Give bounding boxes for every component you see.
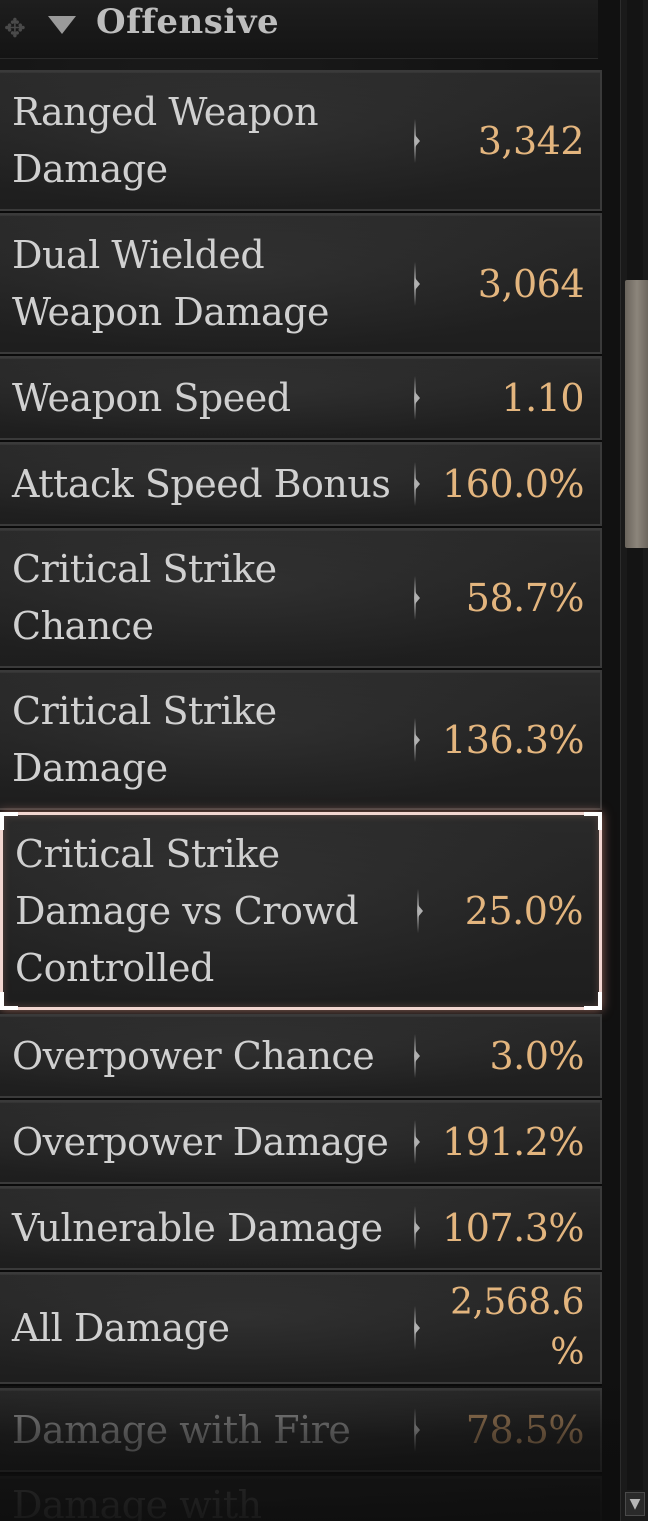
stat-label: Ranged Weapon Damage bbox=[12, 89, 319, 191]
scroll-down-arrow-icon[interactable]: ▼ bbox=[625, 1492, 645, 1516]
scroll-track[interactable] bbox=[627, 0, 643, 1490]
stat-value: 191.2% bbox=[442, 1120, 584, 1164]
stat-value: 1.10 bbox=[501, 376, 584, 420]
scroll-thumb[interactable] bbox=[625, 280, 648, 548]
stat-value: 3.0% bbox=[489, 1034, 584, 1078]
stat-label: Critical Strike Damage bbox=[12, 689, 277, 790]
scrollbar[interactable]: ▼ bbox=[620, 0, 648, 1521]
stat-row-critical-strike-damage-vs-crowd-controlled[interactable]: Critical Strike Damage vs Crowd Controll… bbox=[0, 812, 602, 1010]
stat-label: Attack Speed Bonus bbox=[12, 461, 391, 506]
stat-row-dual-wielded-weapon-damage[interactable]: Dual Wielded Weapon Damage 3,064 bbox=[0, 213, 602, 354]
stat-value: 25.0% bbox=[464, 889, 584, 933]
stat-value: 107.3% bbox=[442, 1206, 584, 1250]
stat-label: Critical Strike Chance bbox=[12, 547, 277, 648]
section-title: Offensive bbox=[96, 2, 280, 42]
stat-value: 2,568.6 % bbox=[450, 1282, 584, 1373]
stat-row-critical-strike-damage[interactable]: Critical Strike Damage 136.3% bbox=[0, 670, 602, 810]
stat-label: Dual Wielded Weapon Damage bbox=[12, 232, 329, 334]
stat-row-overpower-damage[interactable]: Overpower Damage 191.2% bbox=[0, 1100, 602, 1184]
stat-label: Overpower Chance bbox=[12, 1033, 375, 1078]
stat-row-damage-with-fire[interactable]: Damage with Fire 78.5% bbox=[0, 1388, 602, 1472]
stat-value: 3,064 bbox=[477, 261, 585, 306]
stat-value: 160.0% bbox=[442, 462, 584, 506]
stat-label: All Damage bbox=[12, 1305, 230, 1350]
stat-label: Weapon Speed bbox=[12, 375, 291, 420]
section-header-offensive[interactable]: ✥ Offensive bbox=[0, 0, 598, 59]
stat-label: Vulnerable Damage bbox=[12, 1205, 383, 1250]
stat-row-damage-with-partial[interactable]: Damage with bbox=[0, 1476, 602, 1521]
stat-value: 3,342 bbox=[477, 118, 585, 163]
selection-corner bbox=[584, 812, 602, 830]
stats-panel: ✥ Offensive Ranged Weapon Damage 3,342 D… bbox=[0, 0, 648, 1521]
stat-value: 58.7% bbox=[465, 576, 585, 620]
collapse-triangle-icon[interactable] bbox=[48, 16, 76, 34]
stat-row-vulnerable-damage[interactable]: Vulnerable Damage 107.3% bbox=[0, 1186, 602, 1270]
selection-corner bbox=[584, 992, 602, 1010]
stat-row-ranged-weapon-damage[interactable]: Ranged Weapon Damage 3,342 bbox=[0, 70, 602, 211]
stat-row-critical-strike-chance[interactable]: Critical Strike Chance 58.7% bbox=[0, 528, 602, 668]
stat-label: Damage with bbox=[12, 1483, 262, 1521]
stat-value: 78.5% bbox=[465, 1408, 585, 1452]
stat-row-all-damage[interactable]: All Damage 2,568.6 % bbox=[0, 1272, 602, 1384]
stat-value: 136.3% bbox=[442, 718, 584, 762]
stat-label: Damage with Fire bbox=[12, 1407, 351, 1452]
stat-label: Overpower Damage bbox=[12, 1119, 389, 1164]
stat-row-attack-speed-bonus[interactable]: Attack Speed Bonus 160.0% bbox=[0, 442, 602, 526]
ornament-icon: ✥ bbox=[4, 14, 26, 44]
stat-row-weapon-speed[interactable]: Weapon Speed 1.10 bbox=[0, 356, 602, 440]
stat-row-overpower-chance[interactable]: Overpower Chance 3.0% bbox=[0, 1014, 602, 1098]
stat-label: Critical Strike Damage vs Crowd Controll… bbox=[15, 831, 359, 990]
